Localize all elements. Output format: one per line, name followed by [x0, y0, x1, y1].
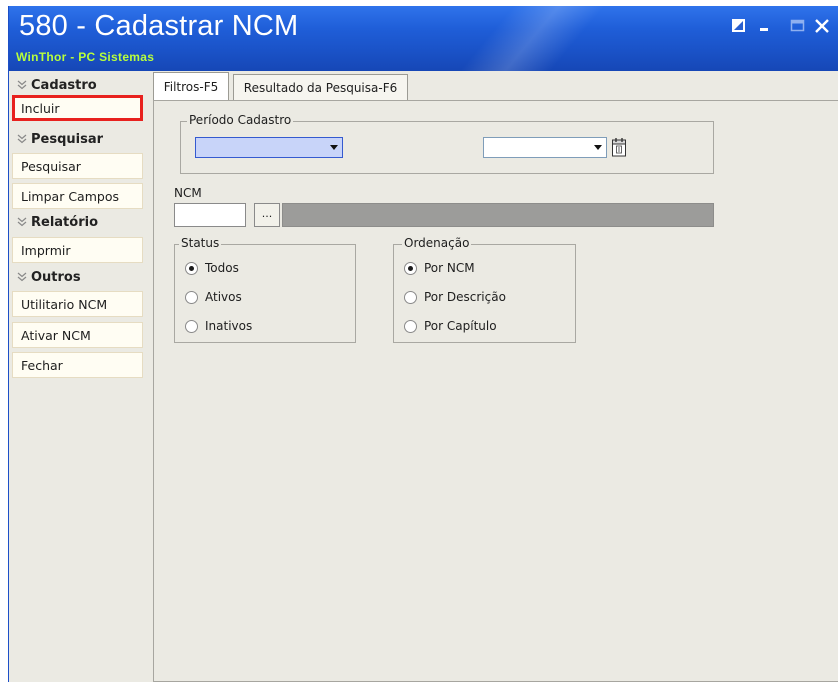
ordenacao-group: Ordenação Por NCM Por Descrição Por Capí…: [393, 236, 576, 343]
status-legend: Status: [179, 236, 222, 250]
sidebar-group-label: Outros: [31, 269, 81, 285]
radio-button[interactable]: [185, 290, 198, 304]
ordenacao-legend: Ordenação: [402, 236, 472, 250]
radio-button[interactable]: [185, 261, 198, 275]
radio-button[interactable]: [185, 319, 198, 333]
close-icon[interactable]: [814, 18, 830, 34]
window-subtitle: WinThor - PC Sistemas: [16, 50, 155, 64]
sidebar-group-label: Pesquisar: [31, 131, 104, 147]
minimize-icon[interactable]: [758, 18, 774, 34]
ordenacao-option-por-capitulo[interactable]: Por Capítulo: [404, 317, 497, 335]
chevron-double-down-icon: [17, 134, 27, 144]
sidebar-group-cadastro[interactable]: Cadastro: [16, 75, 142, 95]
calendar-icon[interactable]: [611, 137, 628, 158]
ncm-input[interactable]: [174, 203, 246, 227]
radio-button[interactable]: [404, 261, 417, 275]
ncm-lookup-button[interactable]: ...: [254, 203, 280, 227]
sidebar-item-ativar-ncm[interactable]: Ativar NCM: [12, 322, 143, 348]
sidebar-group-relatorio[interactable]: Relatório: [16, 212, 142, 232]
status-option-ativos[interactable]: Ativos: [185, 288, 242, 306]
ordenacao-option-por-descricao[interactable]: Por Descrição: [404, 288, 506, 306]
chevron-double-down-icon: [17, 217, 27, 227]
chevron-down-icon: [330, 145, 338, 150]
chevron-double-down-icon: [17, 272, 27, 282]
status-group: Status Todos Ativos Inativos: [174, 236, 356, 343]
ncm-description-field: [282, 203, 714, 227]
maximize-icon[interactable]: [790, 18, 806, 34]
filters-panel: Período Cadastro NCM ... Status Todos At…: [153, 100, 838, 682]
sidebar-item-incluir[interactable]: Incluir: [12, 95, 143, 121]
restore-icon[interactable]: [731, 18, 747, 34]
sidebar-item-utilitario-ncm[interactable]: Utilitario NCM: [12, 291, 143, 317]
sidebar: Cadastro Incluir Pesquisar Pesquisar Lim…: [10, 73, 146, 682]
radio-button[interactable]: [404, 290, 417, 304]
sidebar-item-fechar[interactable]: Fechar: [12, 352, 143, 378]
periodo-start-dropdown[interactable]: [195, 137, 343, 158]
sidebar-item-imprimir[interactable]: Imprmir: [12, 237, 143, 263]
ncm-label: NCM: [174, 186, 202, 200]
status-option-inativos[interactable]: Inativos: [185, 317, 252, 335]
periodo-cadastro-legend: Período Cadastro: [187, 113, 294, 127]
sidebar-group-outros[interactable]: Outros: [16, 267, 142, 287]
ordenacao-option-por-ncm[interactable]: Por NCM: [404, 259, 475, 277]
sidebar-group-label: Relatório: [31, 214, 98, 230]
radio-button[interactable]: [404, 319, 417, 333]
periodo-end-dropdown[interactable]: [483, 137, 607, 158]
sidebar-group-label: Cadastro: [31, 77, 97, 93]
sidebar-item-limpar-campos[interactable]: Limpar Campos: [12, 183, 143, 209]
tab-resultado-pesquisa[interactable]: Resultado da Pesquisa-F6: [233, 74, 408, 100]
title-bar: 580 - Cadastrar NCM WinThor - PC Sistema…: [9, 6, 838, 71]
tab-filtros[interactable]: Filtros-F5: [153, 72, 229, 100]
status-option-todos[interactable]: Todos: [185, 259, 239, 277]
title-bar-decoration: [361, 6, 677, 71]
sidebar-item-pesquisar[interactable]: Pesquisar: [12, 153, 143, 179]
sidebar-group-pesquisar[interactable]: Pesquisar: [16, 129, 142, 149]
periodo-cadastro-group: Período Cadastro: [180, 113, 714, 174]
chevron-double-down-icon: [17, 80, 27, 90]
chevron-down-icon: [594, 145, 602, 150]
app-window: 580 - Cadastrar NCM WinThor - PC Sistema…: [8, 6, 838, 682]
window-title: 580 - Cadastrar NCM: [19, 10, 299, 42]
